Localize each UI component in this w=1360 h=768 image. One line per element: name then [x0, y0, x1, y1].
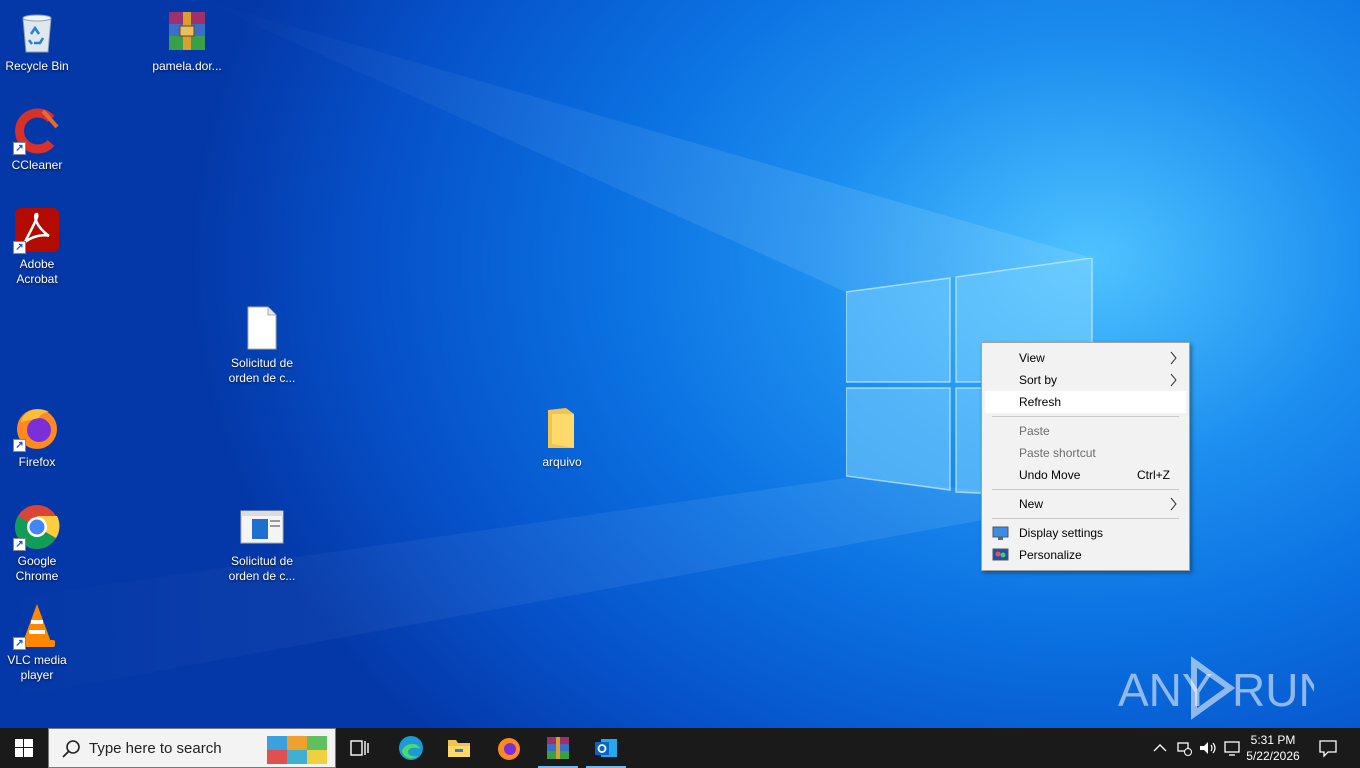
desktop-icon-solicitud-document[interactable]: Solicitud de orden de c... [224, 503, 300, 584]
desktop-icon-recycle-bin[interactable]: Recycle Bin [0, 8, 75, 74]
menu-separator [992, 416, 1179, 417]
svg-text:RUN: RUN [1232, 664, 1314, 716]
taskbar: Type here to search 5:31 PM 5/22/2026 [0, 728, 1360, 768]
task-view-icon [350, 740, 369, 756]
recycle-bin-icon [13, 8, 61, 56]
menu-item-paste-shortcut[interactable]: Paste shortcut [985, 442, 1186, 464]
menu-item-refresh[interactable]: Refresh [985, 391, 1186, 413]
shortcut-arrow-icon: ↗ [13, 439, 26, 452]
adobe-acrobat-icon: ↗ [13, 206, 61, 254]
chevron-right-icon [1170, 493, 1178, 515]
edge-icon [399, 736, 423, 760]
menu-item-view[interactable]: View [985, 347, 1186, 369]
shortcut-arrow-icon: ↗ [13, 142, 26, 155]
taskbar-search-box[interactable]: Type here to search [48, 728, 336, 768]
file-explorer-icon [448, 740, 470, 757]
winrar-icon [547, 737, 569, 759]
shortcut-arrow-icon: ↗ [13, 538, 26, 551]
winrar-archive-icon [163, 8, 211, 56]
chevron-right-icon [1170, 347, 1178, 369]
anyrun-watermark-logo: ANY RUN [1118, 656, 1314, 720]
chrome-icon: ↗ [13, 503, 61, 551]
taskbar-edge[interactable] [387, 728, 435, 768]
desktop-context-menu: View Sort by Refresh Paste Paste shortcu… [981, 342, 1190, 571]
menu-accelerator: Ctrl+Z [1137, 468, 1170, 482]
desktop-icon-ccleaner[interactable]: ↗ CCleaner [0, 107, 75, 173]
menu-item-new[interactable]: New [985, 493, 1186, 515]
outlook-icon [595, 739, 617, 757]
desktop-icon-arquivo-folder[interactable]: arquivo [524, 404, 600, 470]
search-icon [62, 740, 80, 758]
display-settings-icon [992, 525, 1009, 541]
chevron-right-icon [1170, 369, 1178, 391]
windows-start-icon [15, 739, 33, 757]
menu-separator [992, 518, 1179, 519]
menu-item-sort-by[interactable]: Sort by [985, 369, 1186, 391]
taskbar-winrar[interactable] [534, 728, 582, 768]
desktop-icon-adobe-acrobat[interactable]: ↗ Adobe Acrobat [0, 206, 75, 287]
vlc-icon: ↗ [13, 602, 61, 650]
ccleaner-icon: ↗ [13, 107, 61, 155]
menu-separator [992, 489, 1179, 490]
start-button[interactable] [0, 728, 48, 768]
chevron-up-icon[interactable] [1150, 738, 1170, 758]
firefox-icon [498, 738, 520, 760]
menu-item-display-settings[interactable]: Display settings [985, 522, 1186, 544]
blank-file-icon [238, 305, 286, 353]
network-icon[interactable] [1174, 738, 1194, 758]
shortcut-arrow-icon: ↗ [13, 637, 26, 650]
shortcut-arrow-icon: ↗ [13, 241, 26, 254]
menu-item-paste[interactable]: Paste [985, 420, 1186, 442]
menu-item-undo-move[interactable]: Undo Move Ctrl+Z [985, 464, 1186, 486]
search-highlight-puzzle-icon [267, 736, 327, 764]
taskbar-file-explorer[interactable] [435, 728, 483, 768]
volume-icon[interactable] [1198, 738, 1218, 758]
desktop-icon-vlc[interactable]: ↗ VLC media player [0, 602, 75, 683]
desktop-icon-pamela-archive[interactable]: pamela.dor... [149, 8, 225, 74]
desktop-icon-firefox[interactable]: ↗ Firefox [0, 404, 75, 470]
document-window-icon [238, 503, 286, 551]
taskbar-outlook[interactable] [582, 728, 630, 768]
taskbar-clock[interactable]: 5:31 PM 5/22/2026 [1238, 732, 1308, 764]
action-center-icon[interactable] [1318, 738, 1338, 758]
task-view-button[interactable] [336, 728, 384, 768]
firefox-icon: ↗ [13, 404, 61, 452]
taskbar-firefox[interactable] [485, 728, 533, 768]
folder-icon [538, 404, 586, 452]
desktop-icon-google-chrome[interactable]: ↗ Google Chrome [0, 503, 75, 584]
menu-item-personalize[interactable]: Personalize [985, 544, 1186, 566]
personalize-icon [992, 547, 1009, 563]
desktop-icon-solicitud-file[interactable]: Solicitud de orden de c... [224, 305, 300, 386]
